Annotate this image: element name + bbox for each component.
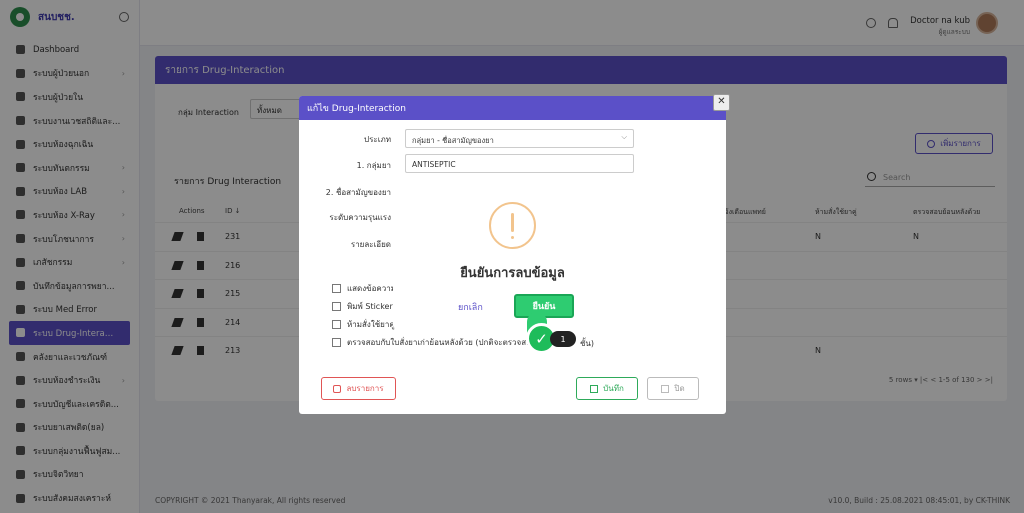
drug-group-label: 1. กลุ่มยา bbox=[356, 161, 391, 170]
checkbox-check-prev[interactable]: ตรวจสอบกับใบสั่งยาเก่าย้อนหลังด้วย (ปกติ… bbox=[332, 336, 541, 349]
checkbox-forbid-pair[interactable]: ห้ามสั่งใช้ยาคู่กั bbox=[332, 318, 400, 331]
save-icon bbox=[590, 384, 599, 393]
checkbox-box bbox=[332, 284, 341, 293]
close-box-icon bbox=[661, 384, 670, 393]
save-label: บันทึก bbox=[603, 384, 624, 393]
checkbox-label: พิมพ์ Sticker bbox=[347, 302, 393, 311]
warning-icon bbox=[489, 202, 536, 249]
checkbox-show-message[interactable]: แสดงข้อความแ bbox=[332, 282, 401, 295]
close-button[interactable]: ปิด bbox=[647, 377, 699, 400]
save-button[interactable]: บันทึก bbox=[576, 377, 638, 400]
checkbox-box bbox=[332, 320, 341, 329]
detail-label: รายละเอียด bbox=[350, 240, 391, 249]
delete-item-button[interactable]: ลบรายการ bbox=[321, 377, 396, 400]
step-badge: 1 bbox=[550, 331, 576, 347]
checkbox-print-sticker[interactable]: พิมพ์ Sticker bbox=[332, 300, 393, 313]
confirm-delete-dialog: ยืนยันการลบข้อมูล ยกเลิก ยืนยัน bbox=[393, 184, 632, 328]
severity-label: ระดับความรุนแรง bbox=[329, 213, 391, 222]
type-select[interactable]: กลุ่มยา - ชื่อสามัญของยา bbox=[405, 129, 634, 148]
cancel-button[interactable]: ยกเลิก bbox=[458, 300, 483, 314]
delete-item-label: ลบรายการ bbox=[346, 384, 384, 393]
checkbox-box bbox=[332, 338, 341, 347]
modal-close-icon[interactable]: ✕ bbox=[713, 94, 730, 111]
confirm-title: ยืนยันการลบข้อมูล bbox=[460, 266, 565, 281]
checkbox-label: ห้ามสั่งใช้ยาคู่กั bbox=[347, 320, 400, 329]
delete-icon bbox=[333, 384, 342, 393]
drug-group-input[interactable]: ANTISEPTIC bbox=[405, 154, 634, 173]
checkbox-box bbox=[332, 302, 341, 311]
type-label: ประเภท bbox=[364, 135, 391, 144]
checkbox-check-prev-tail: ชั้น) bbox=[580, 339, 595, 348]
checkbox-label: ตรวจสอบกับใบสั่งยาเก่าย้อนหลังด้วย (ปกติ… bbox=[347, 338, 542, 347]
edit-modal-title: แก้ไข Drug-Interaction bbox=[299, 96, 726, 120]
close-label: ปิด bbox=[674, 384, 685, 393]
generic-name-label: 2. ชื่อสามัญของยา bbox=[325, 188, 391, 197]
